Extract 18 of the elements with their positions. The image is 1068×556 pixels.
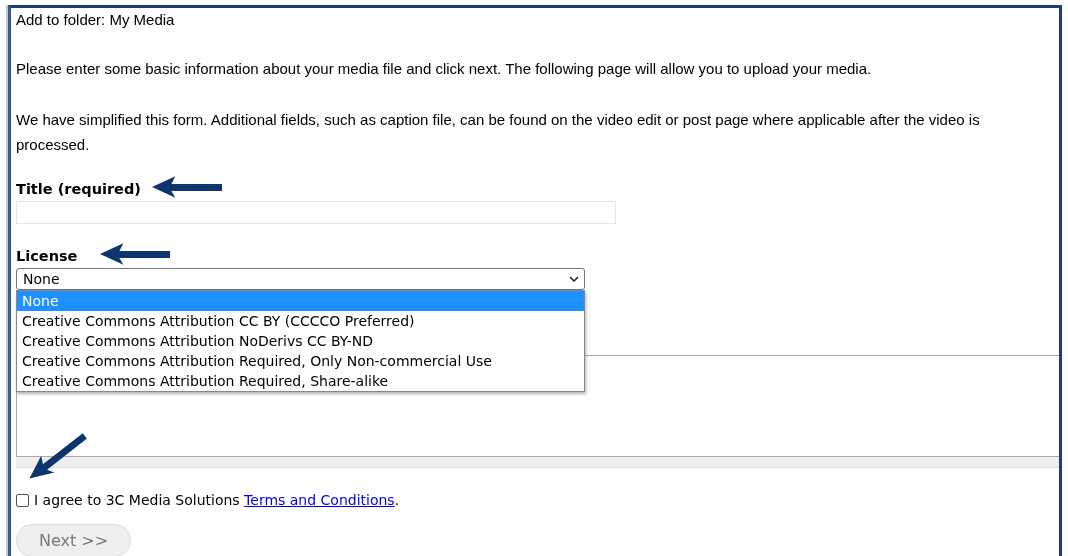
dropdown-option[interactable]: Creative Commons Attribution NoDerivs CC BY-ND [17, 331, 584, 351]
field-label: License [16, 247, 78, 266]
agreement-text: I agree to 3C Media Solutions Terms and Conditions. [34, 491, 400, 510]
license-dropdown[interactable]: None [16, 268, 585, 290]
dropdown-option[interactable]: Creative Commons Attribution Required, Share-alike [17, 371, 584, 391]
resize-handle[interactable] [16, 457, 1059, 468]
instruction-text: Please enter some basic information about your media file and click next. The following page will allow you to upload your media. [16, 59, 873, 79]
folder-text: Add to folder: My Media [16, 10, 176, 30]
dropdown-option[interactable]: Creative Commons Attribution Required, Only Non-commercial Use [17, 351, 584, 371]
caret-icon [569, 276, 579, 282]
agree-checkbox[interactable] [16, 493, 29, 507]
title-field[interactable] [16, 201, 616, 224]
field-label: Title (required) [16, 180, 141, 199]
terms-link[interactable]: Terms and Conditions [244, 492, 395, 508]
arrow-icon [152, 176, 222, 198]
dropdown-option[interactable]: Creative Commons Attribution CC BY (CCCCO Preferred) [17, 311, 584, 331]
arrow-icon [100, 243, 170, 265]
instruction-text: We have simplified this form. Additional fields, such as caption file, can be found on the video edit or post page where applicable after the video is processed. [16, 110, 981, 155]
